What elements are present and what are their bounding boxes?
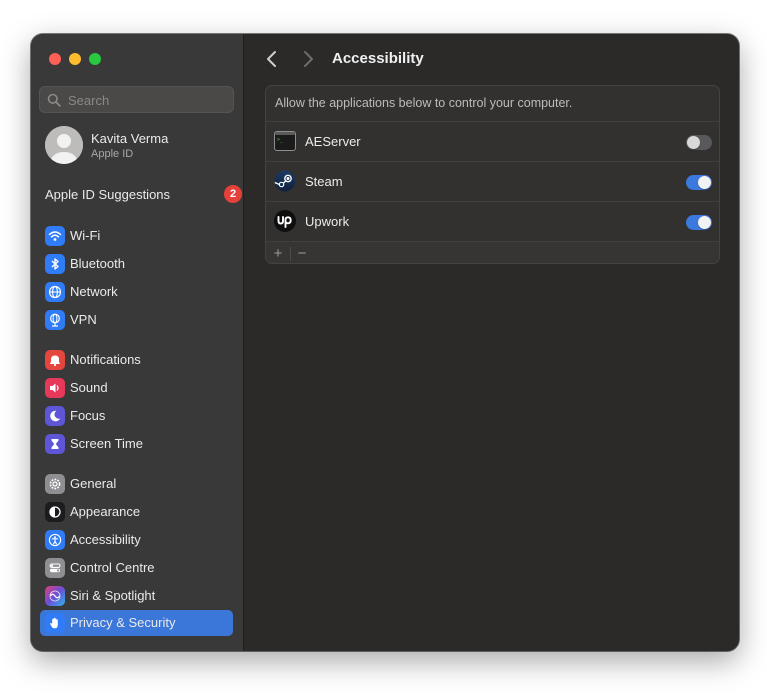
bell-icon <box>45 350 65 370</box>
back-chevron-icon[interactable] <box>264 50 280 68</box>
main-content: Accessibility Allow the applications bel… <box>244 34 739 651</box>
sidebar-item-label: Siri & Spotlight <box>70 588 156 603</box>
vpn-globe-icon <box>45 310 65 330</box>
apple-id-suggestions[interactable]: Apple ID Suggestions 2 <box>45 184 242 206</box>
zoom-window-button[interactable] <box>89 53 101 65</box>
sidebar-item-control-centre[interactable]: Control Centre <box>40 555 233 581</box>
toggle-knob <box>687 136 700 149</box>
upwork-toggle[interactable] <box>686 215 712 230</box>
speaker-icon <box>45 378 65 398</box>
globe-icon <box>45 282 65 302</box>
toggle-knob <box>698 216 711 229</box>
app-name: AEServer <box>305 134 361 149</box>
app-row-upwork: Upwork <box>266 201 719 241</box>
add-app-button[interactable]: + <box>267 244 289 263</box>
toggle-knob <box>698 176 711 189</box>
sidebar-item-sound[interactable]: Sound <box>40 375 233 401</box>
steam-toggle[interactable] <box>686 175 712 190</box>
person-icon <box>45 126 83 164</box>
sidebar-item-siri-spotlight[interactable]: Siri & Spotlight <box>40 583 233 609</box>
sidebar-item-label: Network <box>70 284 118 299</box>
sidebar-item-bluetooth[interactable]: Bluetooth <box>40 251 233 277</box>
sidebar-item-label: Appearance <box>70 504 141 519</box>
svg-text:>_: >_ <box>277 137 284 143</box>
terminal-icon: >_ <box>274 131 296 151</box>
sidebar-item-label: Focus <box>70 408 106 423</box>
close-window-button[interactable] <box>49 53 61 65</box>
wifi-icon <box>45 226 65 246</box>
settings-window: Kavita Verma Apple ID Apple ID Suggestio… <box>31 34 739 651</box>
app-name: Upwork <box>305 214 350 229</box>
sidebar-item-network[interactable]: Network <box>40 279 233 305</box>
control-centre-icon <box>45 558 65 578</box>
sidebar-item-label: VPN <box>70 312 97 327</box>
siri-icon <box>45 586 65 606</box>
moon-icon <box>45 406 65 426</box>
hand-icon <box>45 613 65 633</box>
search-icon <box>47 93 61 107</box>
row-divider <box>266 161 719 162</box>
sidebar-item-label: Notifications <box>70 352 141 367</box>
remove-app-button[interactable]: − <box>291 244 313 263</box>
sidebar: Kavita Verma Apple ID Apple ID Suggestio… <box>31 34 244 651</box>
panel-footer: + − <box>266 241 719 263</box>
sidebar-item-accessibility[interactable]: Accessibility <box>40 527 233 553</box>
sidebar-item-label: Screen Time <box>70 436 143 451</box>
sidebar-item-screen-time[interactable]: Screen Time <box>40 431 233 457</box>
sidebar-item-label: Sound <box>70 380 108 395</box>
app-permissions-panel: Allow the applications below to control … <box>265 85 720 264</box>
panel-description: Allow the applications below to control … <box>275 96 573 110</box>
row-divider <box>266 201 719 202</box>
sidebar-item-privacy-security[interactable]: Privacy & Security <box>40 610 233 636</box>
sidebar-item-general[interactable]: General <box>40 471 233 497</box>
app-row-steam: Steam <box>266 161 719 201</box>
window-controls <box>49 53 101 65</box>
minimize-window-button[interactable] <box>69 53 81 65</box>
sidebar-item-notifications[interactable]: Notifications <box>40 347 233 373</box>
apple-id-profile[interactable]: Kavita Verma Apple ID <box>45 126 235 166</box>
app-row-aeserver: >_ AEServer <box>266 121 719 161</box>
suggestions-label: Apple ID Suggestions <box>45 187 171 202</box>
search-field[interactable] <box>39 86 234 113</box>
aeserver-toggle[interactable] <box>686 135 712 150</box>
sidebar-item-label: Control Centre <box>70 560 155 575</box>
app-name: Steam <box>305 174 343 189</box>
sidebar-item-label: Bluetooth <box>70 256 125 271</box>
sidebar-item-focus[interactable]: Focus <box>40 403 233 429</box>
sidebar-item-label: Accessibility <box>70 532 141 547</box>
appearance-icon <box>45 502 65 522</box>
profile-name: Kavita Verma <box>91 131 169 146</box>
steam-icon <box>274 170 296 192</box>
accessibility-icon <box>45 530 65 550</box>
sidebar-item-wifi[interactable]: Wi-Fi <box>40 223 233 249</box>
forward-chevron-icon[interactable] <box>300 50 316 68</box>
upwork-icon <box>274 210 296 232</box>
bluetooth-icon <box>45 254 65 274</box>
search-input[interactable] <box>66 90 230 111</box>
toolbar: Accessibility <box>244 34 739 84</box>
profile-subtitle: Apple ID <box>91 148 134 160</box>
sidebar-item-vpn[interactable]: VPN <box>40 307 233 333</box>
row-divider <box>266 121 719 122</box>
sidebar-item-label: General <box>70 476 117 491</box>
page-title: Accessibility <box>332 50 424 67</box>
hourglass-icon <box>45 434 65 454</box>
gear-icon <box>45 474 65 494</box>
sidebar-item-label: Wi-Fi <box>70 228 101 243</box>
sidebar-item-appearance[interactable]: Appearance <box>40 499 233 525</box>
suggestions-badge: 2 <box>224 185 242 203</box>
avatar <box>45 126 83 164</box>
sidebar-item-label: Privacy & Security <box>70 615 176 630</box>
